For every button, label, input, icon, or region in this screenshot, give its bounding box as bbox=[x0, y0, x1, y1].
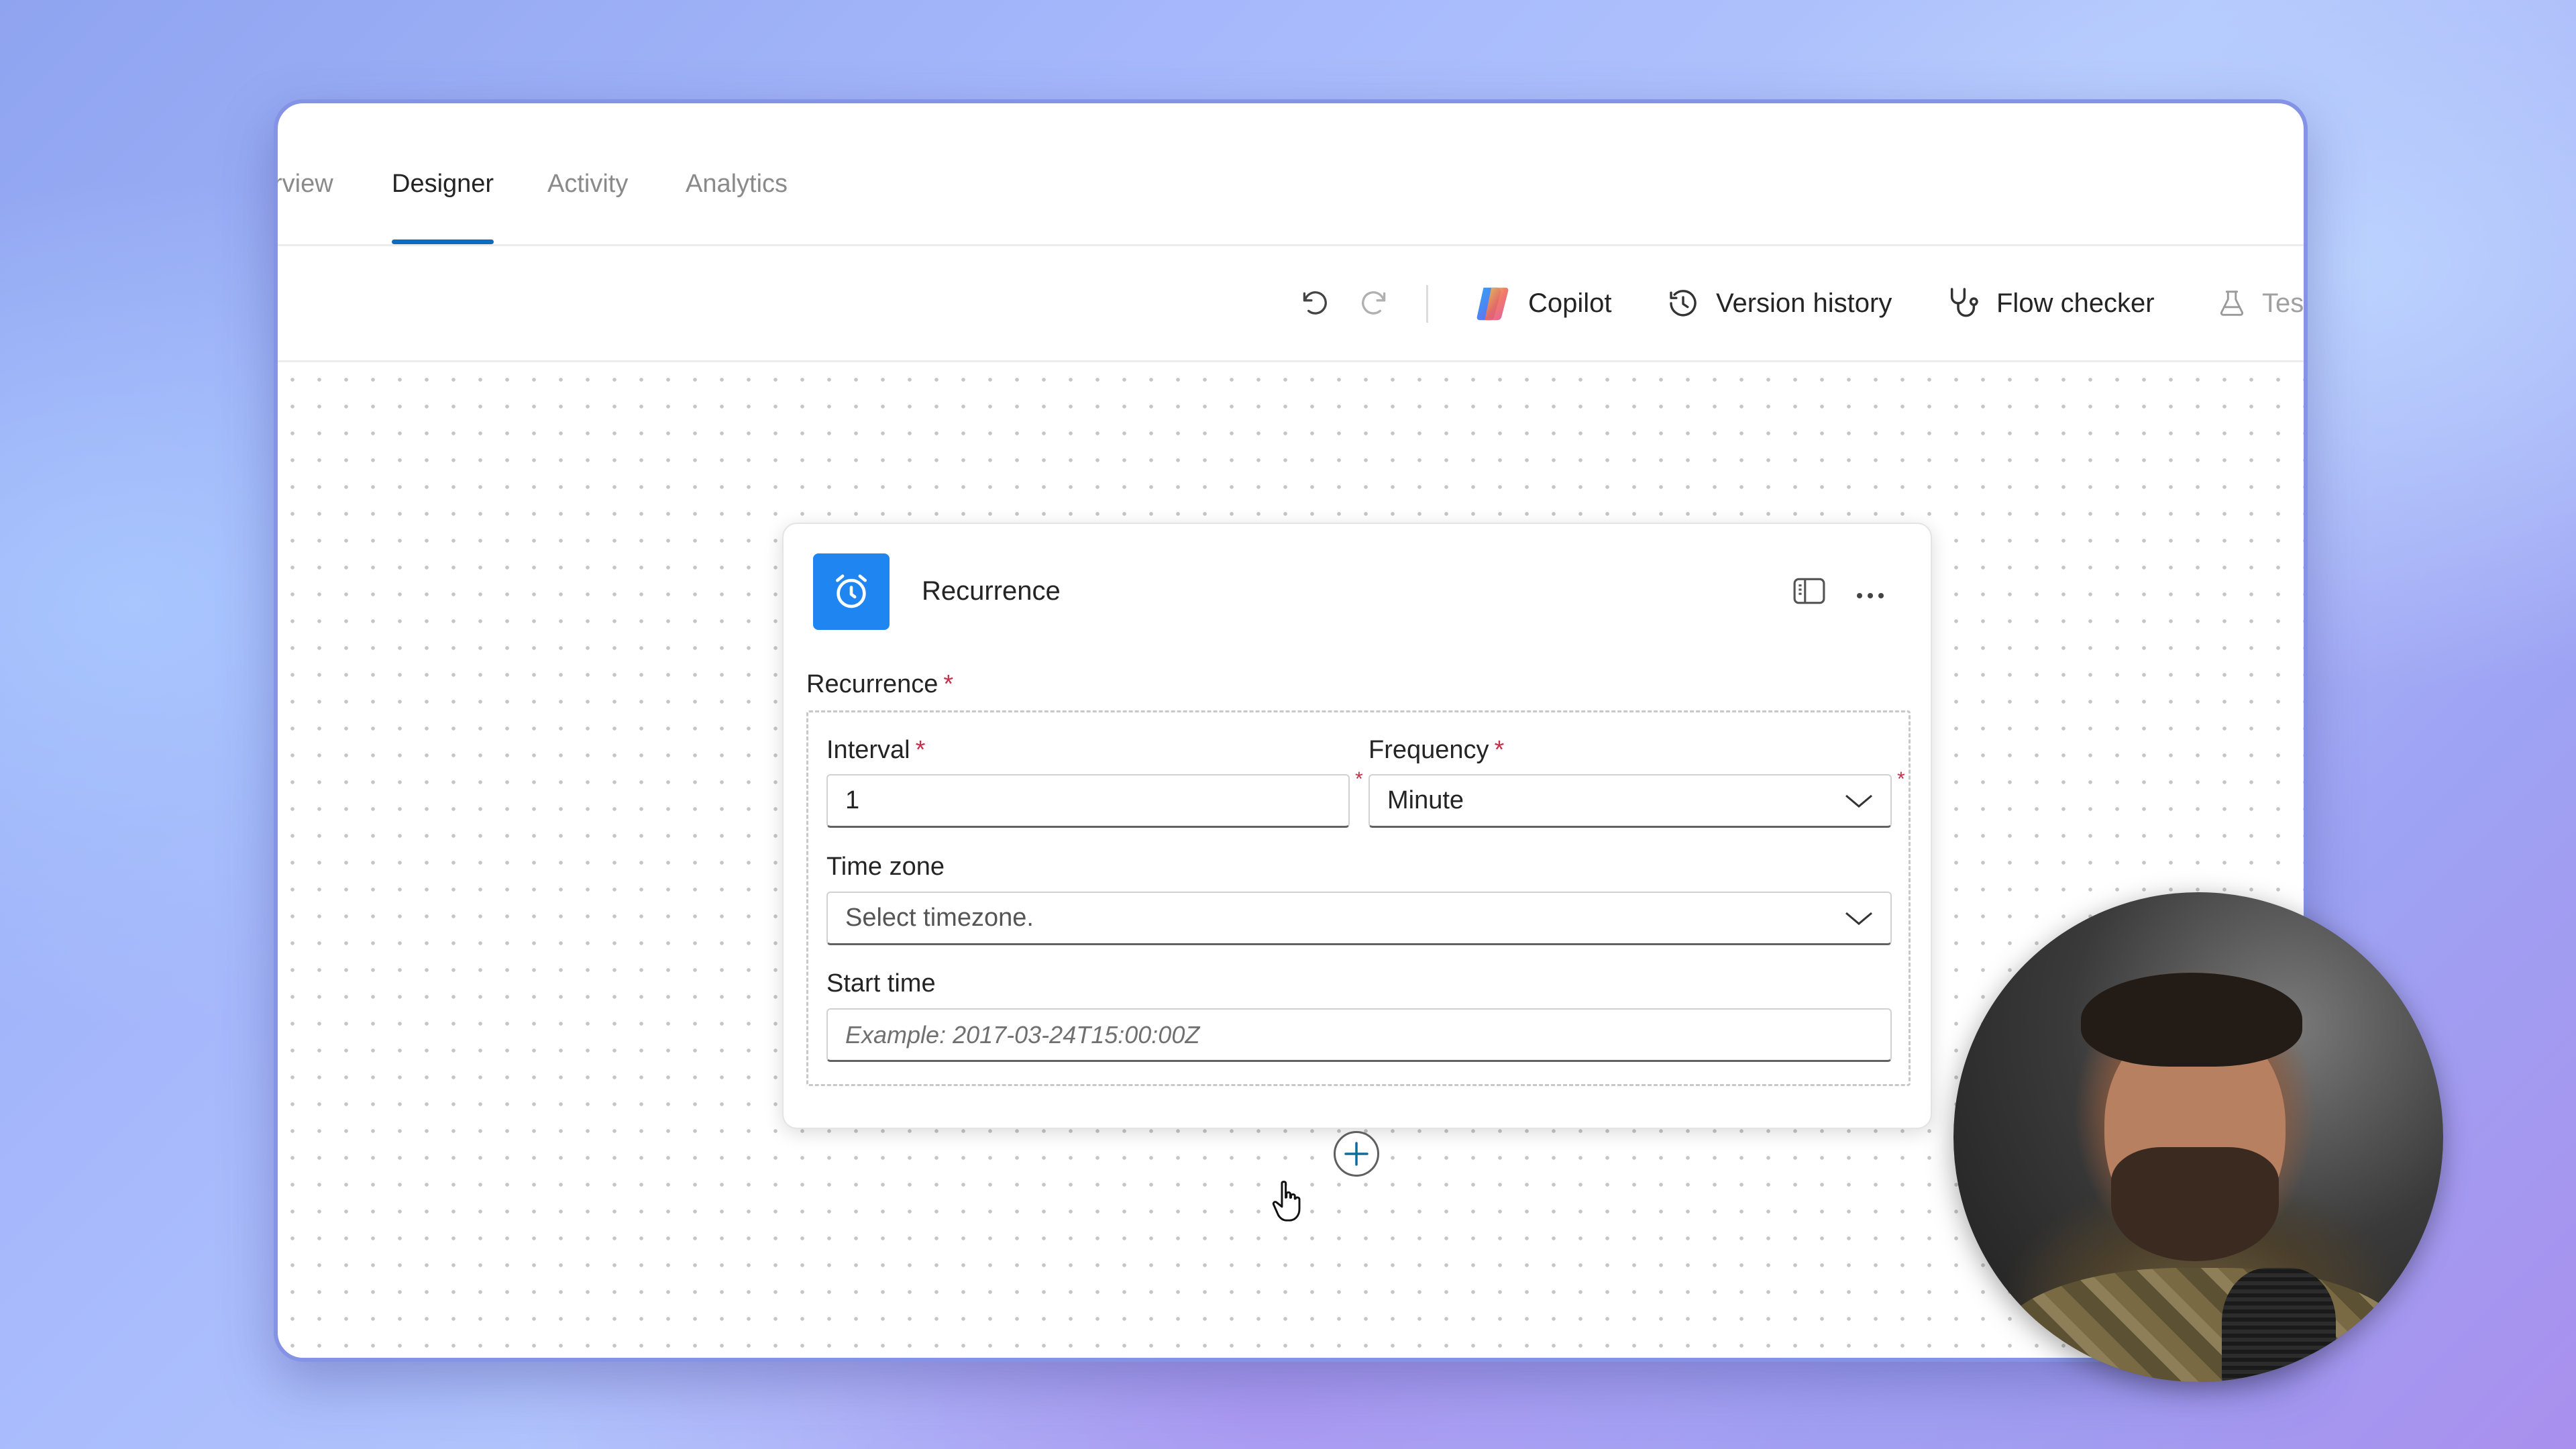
required-mark: * bbox=[1494, 736, 1505, 764]
tab-analytics[interactable]: Analytics bbox=[686, 130, 788, 244]
copilot-icon bbox=[1477, 287, 1509, 321]
tab-activity[interactable]: Activity bbox=[547, 130, 628, 244]
add-step-button[interactable] bbox=[1334, 1131, 1379, 1177]
frequency-select[interactable]: Minute bbox=[1368, 774, 1892, 828]
time-zone-placeholder: Select timezone. bbox=[845, 904, 1034, 932]
interval-label: Interval * bbox=[826, 736, 925, 765]
chevron-down-icon bbox=[1845, 794, 1872, 808]
microphone-icon bbox=[2222, 1268, 2336, 1382]
webcam-shirt bbox=[1994, 1268, 2410, 1382]
plus-icon bbox=[1344, 1142, 1368, 1166]
recurrence-section-text: Recurrence bbox=[806, 670, 938, 698]
start-time-input[interactable]: Example: 2017-03-24T15:00:00Z bbox=[826, 1008, 1892, 1062]
interval-input[interactable]: 1 bbox=[826, 774, 1350, 828]
required-mark: * bbox=[943, 670, 954, 698]
time-zone-select[interactable]: Select timezone. bbox=[826, 892, 1892, 945]
time-zone-label: Time zone bbox=[826, 853, 945, 881]
hand-cursor-icon bbox=[1269, 1179, 1307, 1228]
frequency-value: Minute bbox=[1387, 786, 1464, 814]
required-mark: * bbox=[915, 736, 926, 764]
redo-icon[interactable] bbox=[1358, 246, 1391, 360]
webcam-beard bbox=[2111, 1147, 2279, 1261]
interval-label-text: Interval bbox=[826, 736, 910, 764]
tab-overview[interactable]: rview bbox=[278, 130, 333, 244]
test-button[interactable]: Tes bbox=[2216, 246, 2304, 360]
toolbar: Copilot Version history Flow checker Tes bbox=[278, 246, 2304, 362]
version-history-button[interactable]: Version history bbox=[1665, 246, 1892, 360]
undo-icon[interactable] bbox=[1297, 246, 1331, 360]
start-time-label: Start time bbox=[826, 969, 936, 998]
beaker-icon bbox=[2220, 290, 2244, 316]
history-icon bbox=[1670, 290, 1697, 317]
tab-bar: rview Designer Activity Analytics bbox=[278, 130, 2304, 246]
tab-designer[interactable]: Designer bbox=[392, 130, 494, 244]
test-label: Tes bbox=[2262, 288, 2304, 318]
presenter-webcam bbox=[1953, 892, 2443, 1382]
required-mark: * bbox=[1355, 768, 1363, 790]
chevron-down-icon bbox=[1845, 912, 1872, 925]
card-title: Recurrence bbox=[922, 576, 1061, 606]
more-options-icon[interactable] bbox=[1856, 574, 1885, 607]
frequency-label-text: Frequency bbox=[1368, 736, 1489, 764]
alarm-clock-icon bbox=[813, 553, 890, 630]
copilot-label: Copilot bbox=[1528, 288, 1612, 318]
webcam-hair bbox=[2081, 973, 2302, 1067]
panel-icon[interactable] bbox=[1792, 576, 1826, 609]
flow-checker-button[interactable]: Flow checker bbox=[1944, 246, 2155, 360]
version-history-label: Version history bbox=[1716, 288, 1892, 318]
stethoscope-icon bbox=[1950, 288, 1978, 317]
recurrence-card[interactable]: Recurrence Recurrence * Interval * 1 * Fre… bbox=[782, 523, 1932, 1129]
recurrence-section-label: Recurrence * bbox=[806, 670, 953, 699]
flow-checker-label: Flow checker bbox=[1996, 288, 2155, 318]
copilot-button[interactable]: Copilot bbox=[1472, 246, 1612, 360]
required-mark: * bbox=[1897, 768, 1905, 790]
frequency-label: Frequency * bbox=[1368, 736, 1504, 765]
toolbar-divider bbox=[1426, 285, 1428, 323]
